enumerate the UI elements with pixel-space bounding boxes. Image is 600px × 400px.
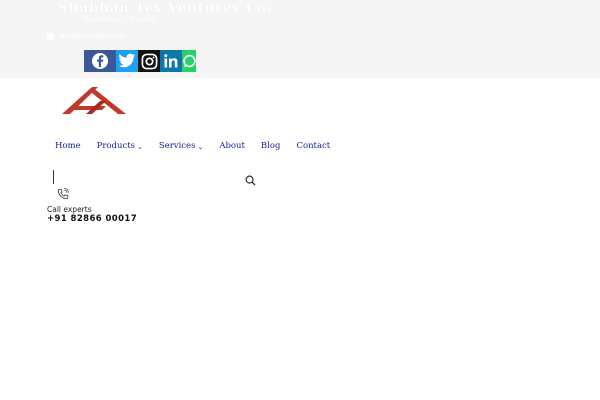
nav-blog[interactable]: Blog xyxy=(261,141,281,151)
header-contact[interactable]: info@example.com xyxy=(47,32,125,40)
social-links xyxy=(84,50,196,72)
nav-about[interactable]: About xyxy=(219,141,245,151)
header-contact-text: info@example.com xyxy=(58,32,126,40)
nav-products[interactable]: Products ⌄ xyxy=(97,141,143,151)
nav-contact-label: Contact xyxy=(296,141,331,151)
brand-tagline: Manufacturer · Exporter xyxy=(82,16,157,23)
nav-about-label: About xyxy=(219,141,245,151)
chevron-down-icon: ⌄ xyxy=(197,142,204,151)
chevron-down-icon: ⌄ xyxy=(136,142,143,151)
brand-title: Shubhan Tex Ventures Co. xyxy=(58,1,273,16)
main-nav: Home Products ⌄ Services ⌄ About Blog Cont… xyxy=(55,141,346,151)
instagram-icon[interactable] xyxy=(138,50,160,72)
call-phone-number[interactable]: +91 82866 00017 xyxy=(47,214,137,224)
nav-home[interactable]: Home xyxy=(55,141,81,151)
nav-home-label: Home xyxy=(55,141,81,151)
call-experts-label: Call experts xyxy=(47,205,92,214)
top-header: Shubhan Tex Ventures Co. Manufacturer · … xyxy=(0,0,600,78)
whatsapp-icon[interactable] xyxy=(182,50,196,72)
nav-services-label: Services xyxy=(158,141,196,151)
linkedin-icon[interactable] xyxy=(160,50,182,72)
nav-blog-label: Blog xyxy=(260,141,281,151)
search-input[interactable] xyxy=(53,170,258,186)
mail-icon xyxy=(47,32,54,40)
nav-services[interactable]: Services ⌄ xyxy=(159,141,203,151)
nav-products-label: Products xyxy=(96,141,135,151)
company-logo[interactable] xyxy=(62,84,128,122)
facebook-icon[interactable] xyxy=(84,50,116,72)
search-icon[interactable] xyxy=(245,171,256,190)
twitter-icon[interactable] xyxy=(116,50,138,72)
text-cursor xyxy=(53,170,54,184)
phone-icon xyxy=(57,185,69,204)
nav-contact[interactable]: Contact xyxy=(296,141,330,151)
